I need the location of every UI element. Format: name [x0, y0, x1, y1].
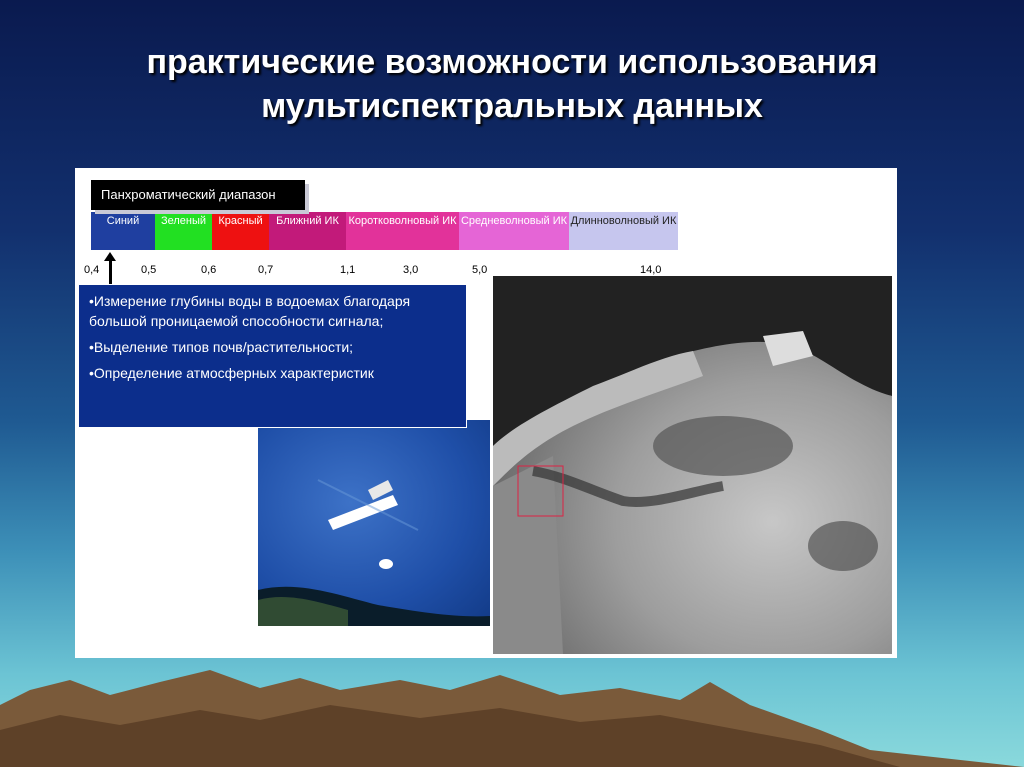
mountain-illustration: [0, 670, 1024, 767]
slide-title: практические возможности использования м…: [0, 40, 1024, 128]
band-green: Зеленый: [155, 212, 212, 250]
bullet-box: •Измерение глубины воды в водоемах благо…: [78, 284, 467, 428]
band-long-ir-label: Длинноволновый ИК: [570, 215, 677, 227]
band-green-label: Зеленый: [160, 215, 207, 227]
band-near-ir: Ближний ИК: [269, 212, 346, 250]
band-mid-ir-label: Средневолновый ИК: [460, 215, 568, 227]
band-short-ir-label: Коротковолновый ИК: [348, 215, 457, 227]
band-long-ir: Длинноволновый ИК: [569, 212, 678, 250]
bullet-item: •Определение атмосферных характеристик: [89, 365, 374, 381]
band-red: Красный: [212, 212, 269, 250]
panchromatic-label: Панхроматический диапазон: [91, 180, 305, 210]
title-line-2: мультиспектральных данных: [261, 87, 763, 125]
band-blue-label: Синий: [106, 215, 140, 227]
title-line-1: практические возможности использования: [146, 43, 878, 81]
band-red-label: Красный: [218, 215, 263, 227]
bullet-item: •Выделение типов почв/растительности;: [89, 339, 354, 355]
band-near-ir-label: Ближний ИК: [276, 215, 339, 227]
tick-label: 0,5: [141, 264, 157, 276]
tick-label: 14,0: [640, 264, 662, 276]
satellite-image-coast: [493, 276, 892, 654]
band-blue: Синий: [91, 212, 155, 250]
ship-image-art: [258, 479, 490, 626]
tick-label: 0,4: [84, 264, 100, 276]
tick-label: 0,7: [258, 264, 274, 276]
coast-image-art: [493, 276, 892, 654]
tick-label: 5,0: [472, 264, 488, 276]
band-mid-ir: Средневолновый ИК: [459, 212, 569, 250]
tick-label: 1,1: [340, 264, 356, 276]
satellite-image-ship: [258, 420, 490, 626]
arrow-shaft: [109, 258, 112, 286]
band-short-ir: Коротковолновый ИК: [346, 212, 459, 250]
bullet-item: •Измерение глубины воды в водоемах благо…: [89, 293, 411, 329]
tick-label: 0,6: [201, 264, 217, 276]
tick-label: 3,0: [403, 264, 419, 276]
